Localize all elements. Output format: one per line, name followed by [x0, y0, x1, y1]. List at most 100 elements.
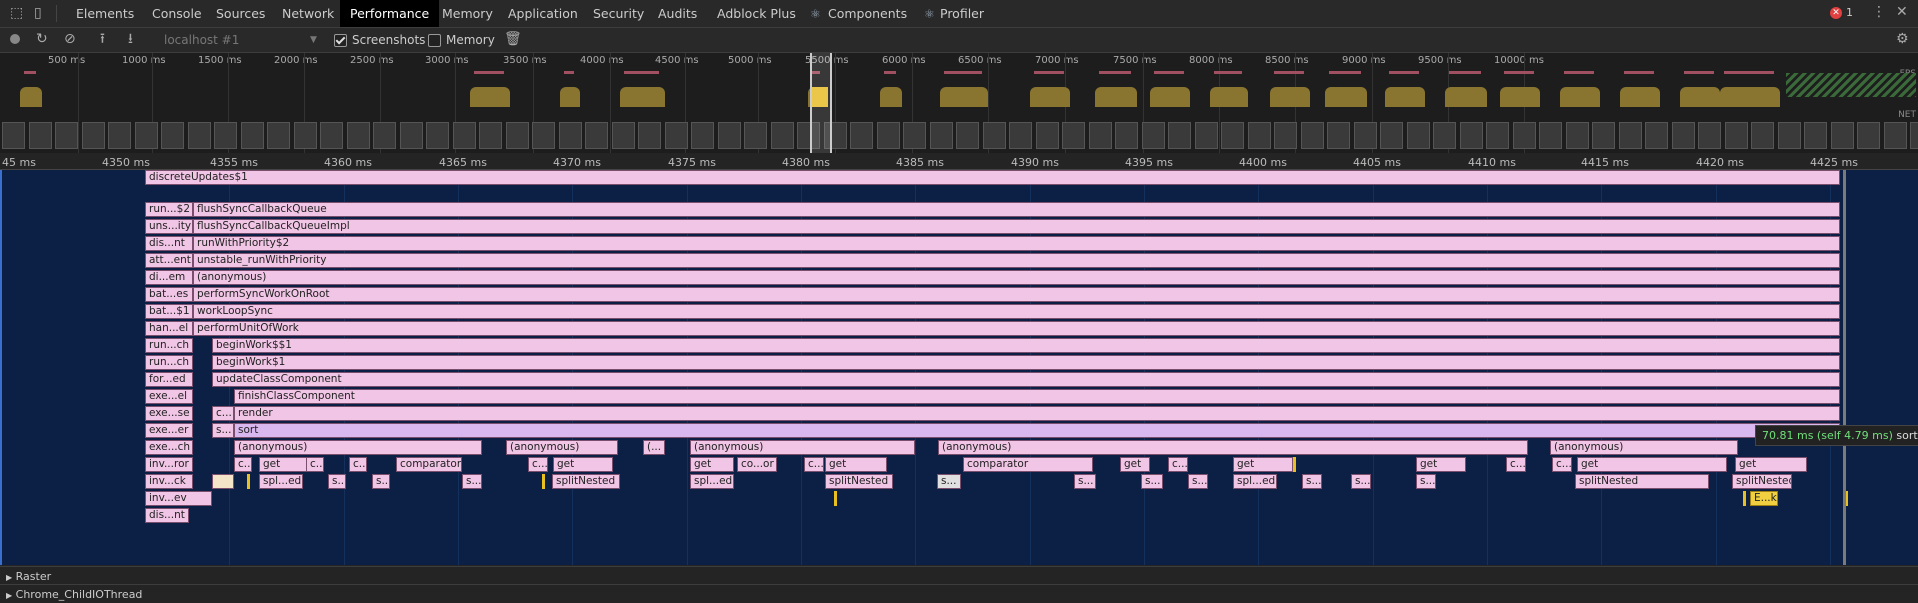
flame-call[interactable]: (anonymous) [938, 440, 1528, 455]
screenshot-thumbnail[interactable] [347, 122, 370, 149]
screenshot-thumbnail[interactable] [1725, 122, 1748, 149]
flame-call[interactable]: (anonymous) [506, 440, 618, 455]
tab-application[interactable]: Application [500, 0, 586, 27]
flame-call[interactable]: (anonymous) [1550, 440, 1738, 455]
flame-call[interactable]: splitNested [825, 474, 893, 489]
screenshot-thumbnail[interactable] [1380, 122, 1403, 149]
tab-profiler[interactable]: Profiler [932, 0, 992, 27]
flame-call[interactable]: performUnitOfWork [193, 321, 1840, 336]
flame-call[interactable]: flushSyncCallbackQueueImpl [193, 219, 1840, 234]
screenshot-thumbnail[interactable] [135, 122, 158, 149]
yellow-event[interactable] [247, 474, 250, 489]
flame-call[interactable]: splitNested [552, 474, 620, 489]
screenshot-thumbnail[interactable] [1804, 122, 1827, 149]
yellow-event[interactable] [1293, 457, 1296, 472]
flame-call[interactable]: exe...ch [145, 440, 193, 455]
screenshot-thumbnail[interactable] [1486, 122, 1509, 149]
screenshot-thumbnail[interactable] [1248, 122, 1271, 149]
screenshot-thumbnail[interactable] [400, 122, 423, 149]
flame-call[interactable]: beginWork$$1 [212, 338, 1840, 353]
tab-audits[interactable]: Audits [650, 0, 705, 27]
flame-call[interactable]: performSyncWorkOnRoot [193, 287, 1840, 302]
flame-call[interactable]: get [259, 457, 311, 472]
tab-memory[interactable]: Memory [434, 0, 501, 27]
flame-call[interactable]: for...ed [145, 372, 193, 387]
screenshot-thumbnail[interactable] [559, 122, 582, 149]
screenshot-thumbnail[interactable] [1460, 122, 1483, 149]
screenshot-thumbnail[interactable] [1857, 122, 1880, 149]
flame-call[interactable]: att...ent [145, 253, 193, 268]
screenshot-thumbnail[interactable] [1645, 122, 1668, 149]
screenshot-thumbnail[interactable] [1513, 122, 1536, 149]
screenshot-thumbnail[interactable] [1089, 122, 1112, 149]
screenshot-thumbnail[interactable] [1062, 122, 1085, 149]
flame-call[interactable]: s... [328, 474, 346, 489]
flame-call[interactable]: runWithPriority$2 [193, 236, 1840, 251]
gear-icon[interactable]: ⚙ [1896, 32, 1909, 46]
screenshot-thumbnail[interactable] [930, 122, 953, 149]
flame-call[interactable]: co...or [737, 457, 777, 472]
screenshot-thumbnail[interactable] [1036, 122, 1059, 149]
flame-call[interactable]: s... [1351, 474, 1371, 489]
screenshot-thumbnail[interactable] [320, 122, 343, 149]
screenshot-thumbnail[interactable] [771, 122, 794, 149]
screenshot-thumbnail[interactable] [1407, 122, 1430, 149]
flame-call[interactable]: finishClassComponent [234, 389, 1840, 404]
screenshot-thumbnail[interactable] [426, 122, 449, 149]
screenshot-thumbnail[interactable] [1115, 122, 1138, 149]
flame-call[interactable]: comparator [396, 457, 462, 472]
flame-call[interactable]: updateClassComponent [212, 372, 1840, 387]
flame-call[interactable]: c... [528, 457, 548, 472]
screenshot-thumbnail[interactable] [267, 122, 290, 149]
screenshot-thumbnail[interactable] [1592, 122, 1615, 149]
flame-call[interactable]: c... [212, 406, 234, 421]
screenshot-thumbnail[interactable] [1009, 122, 1032, 149]
screenshot-thumbnail[interactable] [1831, 122, 1854, 149]
screenshot-thumbnail[interactable] [956, 122, 979, 149]
inspect-element-icon[interactable]: ⬚ [10, 6, 23, 20]
flame-call[interactable]: run...$2 [145, 202, 193, 217]
screenshot-thumbnail[interactable] [1539, 122, 1562, 149]
flame-call[interactable]: (anonymous) [234, 440, 482, 455]
io-thread-track[interactable]: ▶ Chrome_ChildIOThread [6, 588, 142, 601]
screenshot-thumbnail[interactable] [691, 122, 714, 149]
flame-call[interactable]: spl...ed [690, 474, 734, 489]
download-icon[interactable]: ⭳ [128, 32, 133, 46]
flame-call[interactable]: s... [1141, 474, 1163, 489]
screenshot-thumbnail[interactable] [903, 122, 926, 149]
flame-call[interactable]: exe...er [145, 423, 193, 438]
upload-icon[interactable]: ⭱ [100, 32, 105, 46]
flame-call[interactable]: (anonymous) [690, 440, 915, 455]
flame-call[interactable]: c... [234, 457, 252, 472]
screenshot-thumbnail[interactable] [1327, 122, 1350, 149]
screenshot-thumbnail[interactable] [1274, 122, 1297, 149]
screenshot-thumbnail[interactable] [241, 122, 264, 149]
flame-call[interactable]: exe...se [145, 406, 193, 421]
screenshot-thumbnail[interactable] [29, 122, 52, 149]
screenshot-thumbnail[interactable] [983, 122, 1006, 149]
flame-call[interactable]: get [690, 457, 734, 472]
flame-call[interactable]: flushSyncCallbackQueue [193, 202, 1840, 217]
flame-chart[interactable]: discreteUpdatesdiscreteUpdates$1run...$2… [0, 170, 1918, 565]
flame-call[interactable]: get [1233, 457, 1293, 472]
flame-call[interactable]: c... [1552, 457, 1572, 472]
flame-call[interactable]: bat...es [145, 287, 193, 302]
flame-call[interactable] [212, 474, 234, 489]
flame-call[interactable]: workLoopSync [193, 304, 1840, 319]
screenshot-thumbnail[interactable] [82, 122, 105, 149]
flame-call[interactable]: uns...ity [145, 219, 193, 234]
flame-call[interactable]: render [234, 406, 1840, 421]
flame-call[interactable]: s... [1074, 474, 1096, 489]
screenshot-thumbnail[interactable] [506, 122, 529, 149]
close-icon[interactable]: ✕ [1896, 5, 1908, 19]
trash-icon[interactable]: 🗑 [504, 32, 522, 46]
device-toolbar-icon[interactable]: ▯ [34, 6, 42, 20]
screenshot-thumbnail[interactable] [1301, 122, 1324, 149]
screenshot-thumbnail[interactable] [55, 122, 78, 149]
flame-call[interactable]: s... [1416, 474, 1436, 489]
screenshot-thumbnail[interactable] [718, 122, 741, 149]
flame-call[interactable]: s... [462, 474, 482, 489]
flame-call[interactable]: exe...el [145, 389, 193, 404]
tab-sources[interactable]: Sources [208, 0, 273, 27]
record-icon[interactable] [10, 34, 20, 44]
